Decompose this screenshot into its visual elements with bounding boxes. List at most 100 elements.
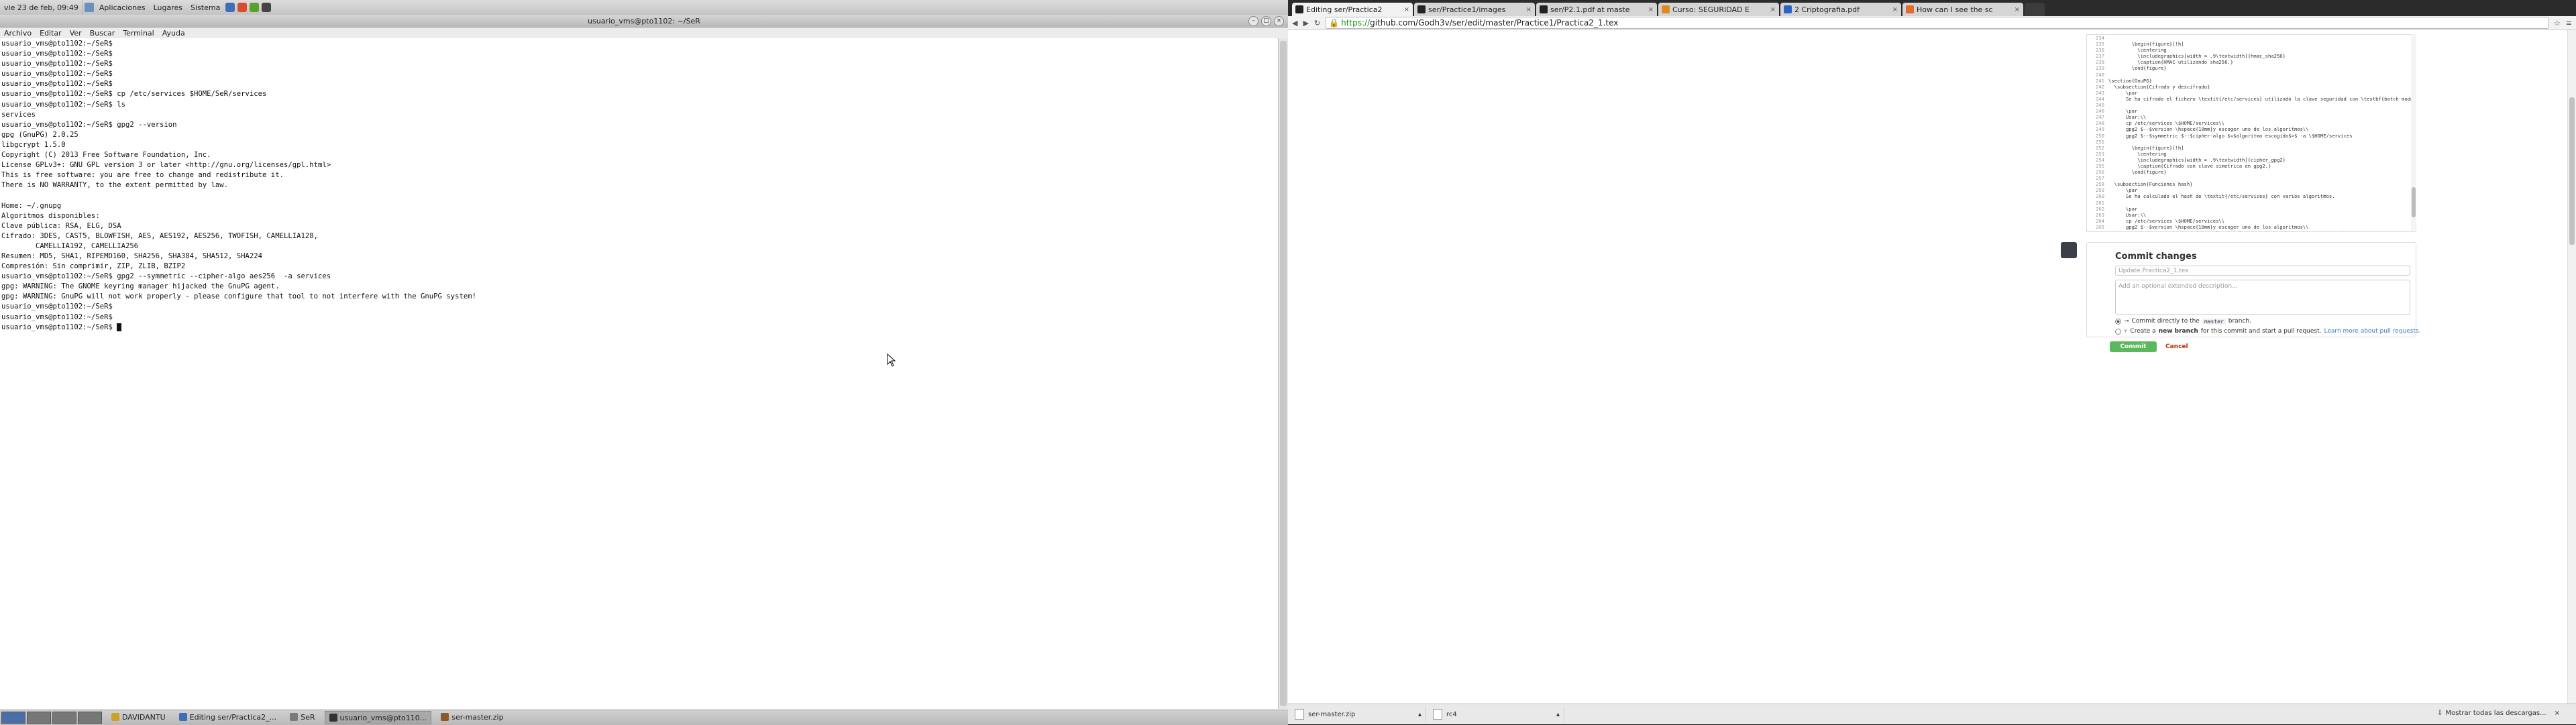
minimize-icon[interactable]: – bbox=[1248, 16, 1258, 26]
cancel-button[interactable]: Cancel bbox=[2165, 341, 2188, 352]
menu-icon[interactable]: ≡ bbox=[2566, 19, 2572, 27]
scrollbar-thumb[interactable] bbox=[2569, 97, 2575, 245]
terminal-menu-terminal[interactable]: Terminal bbox=[119, 29, 158, 38]
browser-tab[interactable]: How can I see the sc × bbox=[1902, 3, 2023, 16]
editor-line[interactable]: 255 \caption{Cifrado con clave simetrica… bbox=[2087, 163, 2416, 169]
editor-line[interactable]: 234 bbox=[2087, 35, 2416, 41]
editor-line[interactable]: 254 \includegraphics[width = .9\textwidt… bbox=[2087, 157, 2416, 163]
editor-line[interactable]: 253 \centering bbox=[2087, 151, 2416, 157]
terminal-scrollbar[interactable] bbox=[1278, 38, 1288, 709]
editor-line[interactable]: 264 cp /etc/services \$HOME/services\\ bbox=[2087, 218, 2416, 224]
panel-terminal-icon[interactable] bbox=[262, 3, 272, 12]
download-item[interactable]: rc4 ▴ bbox=[1430, 707, 1564, 722]
commit-summary-input[interactable]: Update Practica2_1.tex bbox=[2115, 266, 2410, 276]
new-tab-button[interactable] bbox=[2025, 3, 2045, 16]
terminal-titlebar[interactable]: usuario_vms@pto1102: ~/SeR – □ × bbox=[0, 15, 1288, 27]
learn-more-link[interactable]: Learn more about pull requests. bbox=[2324, 328, 2421, 335]
terminal-output[interactable]: usuario_vms@pto1102:~/SeR$ usuario_vms@pt… bbox=[0, 38, 1278, 709]
editor-line[interactable]: 237 \includegraphics[width = .9\textwidt… bbox=[2087, 53, 2416, 59]
panel-clock[interactable]: vie 23 de feb, 09:49 bbox=[0, 0, 83, 15]
editor-line[interactable]: 236 \centering bbox=[2087, 47, 2416, 53]
taskbar-window-button[interactable]: SeR bbox=[286, 711, 319, 723]
editor-line[interactable]: 263 Usar:\\ bbox=[2087, 212, 2416, 218]
editor-line[interactable]: 258 \subsection{Funciones hash} bbox=[2087, 181, 2416, 187]
browser-tab[interactable]: Editing ser/Practica2 × bbox=[1292, 3, 1413, 16]
editor-line[interactable]: 240 bbox=[2087, 72, 2416, 78]
back-icon[interactable]: ◀ bbox=[1292, 19, 1297, 27]
close-icon[interactable]: × bbox=[1274, 16, 1284, 26]
taskbar-window-button[interactable]: usuario_vms@pto110... bbox=[324, 711, 432, 724]
scrollbar-thumb[interactable] bbox=[2412, 187, 2416, 217]
workspace-3[interactable] bbox=[52, 712, 76, 724]
editor-line[interactable]: 259 \par bbox=[2087, 187, 2416, 193]
panel-menu-aplicaciones[interactable]: Aplicaciones bbox=[95, 3, 150, 12]
page-scrollbar[interactable] bbox=[2567, 30, 2576, 704]
editor-line[interactable]: 239 \end{figure} bbox=[2087, 65, 2416, 71]
editor-line[interactable]: 251 bbox=[2087, 139, 2416, 145]
terminal-menu-archivo[interactable]: Archivo bbox=[0, 29, 36, 38]
tab-close-icon[interactable]: × bbox=[1648, 6, 1654, 13]
editor-line[interactable]: 249 gpg2 $--$version \hspace{10mm}y esco… bbox=[2087, 126, 2416, 132]
editor-line[interactable]: 261 bbox=[2087, 200, 2416, 206]
panel-launcher-icon[interactable] bbox=[84, 3, 94, 12]
show-all-downloads[interactable]: ⇩ Mostrar todas las descargas... × bbox=[2437, 710, 2560, 717]
panel-app-icon[interactable] bbox=[237, 3, 248, 12]
commit-direct-option[interactable]: ⊸ Commit directly to the master branch. bbox=[2115, 318, 2251, 325]
tab-close-icon[interactable]: × bbox=[1526, 6, 1532, 13]
editor-line[interactable]: 243 \par bbox=[2087, 90, 2416, 96]
tab-close-icon[interactable]: × bbox=[2015, 6, 2020, 13]
editor-line[interactable]: 241 \section{GnuPG} bbox=[2087, 78, 2416, 84]
panel-menu-lugares[interactable]: Lugares bbox=[150, 3, 186, 12]
radio-commit-direct[interactable] bbox=[2115, 318, 2121, 325]
browser-tab[interactable]: ser/P2.1.pdf at maste × bbox=[1536, 3, 1657, 16]
commit-description-textarea[interactable]: Add an optional extended description... bbox=[2115, 280, 2410, 315]
workspace-2[interactable] bbox=[27, 712, 51, 724]
workspace-1[interactable] bbox=[1, 712, 25, 724]
radio-new-branch[interactable] bbox=[2115, 328, 2121, 335]
editor-scrollbar[interactable] bbox=[2411, 34, 2416, 231]
panel-menu-sistema[interactable]: Sistema bbox=[186, 3, 224, 12]
maximize-icon[interactable]: □ bbox=[1261, 16, 1271, 26]
editor-line[interactable]: 257 bbox=[2087, 175, 2416, 181]
browser-tab[interactable]: ser/Practice1/images × bbox=[1414, 3, 1535, 16]
bookmark-star-icon[interactable]: ☆ bbox=[2554, 19, 2561, 27]
editor-line[interactable]: 250 gpg2 $--$symmetric $--$cipher-algo $… bbox=[2087, 133, 2416, 139]
editor-line[interactable]: 266 gpg2 $--$symmetric $--$cipher-algo $… bbox=[2087, 230, 2416, 231]
close-icon[interactable]: × bbox=[2555, 710, 2560, 717]
terminal-menu-ayuda[interactable]: Ayuda bbox=[158, 29, 189, 38]
avatar[interactable] bbox=[2061, 242, 2077, 258]
editor-line[interactable]: 244 Se ha cifrado el fichero \textit{/et… bbox=[2087, 96, 2416, 102]
tab-close-icon[interactable]: × bbox=[1770, 6, 1776, 13]
editor-line[interactable]: 256 \end{figure} bbox=[2087, 169, 2416, 175]
editor-line[interactable]: 262 \par bbox=[2087, 206, 2416, 212]
editor-line[interactable]: 248 cp /etc/services \$HOME/services\\ bbox=[2087, 120, 2416, 126]
commit-new-branch-option[interactable]: ⑂ Create a new branch for this commit an… bbox=[2115, 328, 2421, 335]
code-editor[interactable]: 234 235 \begin{figure}[!h] 236 \centering 2… bbox=[2086, 34, 2416, 232]
taskbar-window-button[interactable]: Editing ser/Practica2_... bbox=[175, 711, 280, 723]
download-menu-icon[interactable]: ▴ bbox=[1418, 711, 1421, 718]
scrollbar-thumb[interactable] bbox=[1280, 41, 1287, 706]
download-item[interactable]: ser-master.zip ▴ bbox=[1292, 707, 1426, 722]
editor-line[interactable]: 238 \caption{HMAC utilizando sha256.} bbox=[2087, 59, 2416, 65]
address-bar[interactable]: 🔒 https:// github.com/Godh3v/ser/edit/ma… bbox=[1326, 17, 2548, 29]
taskbar-window-button[interactable]: DAVIDANTU bbox=[107, 711, 170, 723]
editor-line[interactable]: 260 Se ha calculado el hash de \textit{/… bbox=[2087, 193, 2416, 199]
editor-line[interactable]: 246 \par bbox=[2087, 108, 2416, 114]
tab-close-icon[interactable]: × bbox=[1404, 6, 1409, 13]
commit-changes-button[interactable]: Commit changes bbox=[2110, 341, 2157, 361]
terminal-menu-buscar[interactable]: Buscar bbox=[86, 29, 119, 38]
editor-line[interactable]: 265 gpg2 $--$version \hspace{10mm}y esco… bbox=[2087, 224, 2416, 230]
browser-tab[interactable]: Curso: SEGURIDAD E × bbox=[1658, 3, 1779, 16]
tab-close-icon[interactable]: × bbox=[1892, 6, 1898, 13]
editor-line[interactable]: 242 \subsection{Cifrado y descifrado} bbox=[2087, 84, 2416, 90]
editor-line[interactable]: 245 bbox=[2087, 102, 2416, 108]
download-menu-icon[interactable]: ▴ bbox=[1556, 711, 1560, 718]
editor-line[interactable]: 247 Usar:\\ bbox=[2087, 114, 2416, 120]
panel-app-icon[interactable] bbox=[225, 3, 235, 12]
taskbar-window-button[interactable]: ser-master.zip bbox=[437, 711, 507, 723]
browser-tab[interactable]: 2 Criptografia.pdf × bbox=[1780, 3, 1901, 16]
terminal-menu-ver[interactable]: Ver bbox=[66, 29, 86, 38]
terminal-menu-editar[interactable]: Editar bbox=[36, 29, 66, 38]
forward-icon[interactable]: ▶ bbox=[1303, 19, 1308, 27]
panel-app-icon[interactable] bbox=[250, 3, 260, 12]
